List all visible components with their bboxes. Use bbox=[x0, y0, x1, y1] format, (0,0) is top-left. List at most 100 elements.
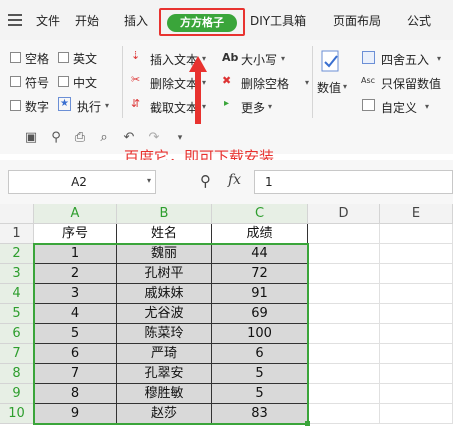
value-button[interactable]: 数值 bbox=[317, 79, 341, 96]
data-cell[interactable]: 赵莎 bbox=[117, 404, 212, 424]
empty-cell[interactable] bbox=[308, 404, 380, 424]
empty-cell[interactable] bbox=[380, 344, 453, 364]
delete-space-button[interactable]: 删除空格 bbox=[241, 75, 289, 92]
row-header[interactable]: 3 bbox=[0, 264, 34, 284]
data-cell[interactable]: 孔翠安 bbox=[117, 364, 212, 384]
custom-caret-icon[interactable]: ▾ bbox=[425, 102, 429, 111]
value-caret-icon[interactable]: ▾ bbox=[343, 82, 347, 91]
checkbox-english[interactable] bbox=[58, 52, 69, 63]
data-cell[interactable]: 3 bbox=[34, 284, 117, 304]
name-box[interactable]: A2 ▾ bbox=[8, 170, 156, 194]
customize-toolbar-icon[interactable]: ▾ bbox=[173, 131, 187, 145]
column-header[interactable]: A bbox=[34, 204, 117, 224]
row-header[interactable]: 1 bbox=[0, 224, 34, 244]
empty-cell[interactable] bbox=[380, 264, 453, 284]
data-cell[interactable]: 4 bbox=[34, 304, 117, 324]
row-header[interactable]: 8 bbox=[0, 364, 34, 384]
empty-cell[interactable] bbox=[308, 384, 380, 404]
execute-button[interactable]: 执行 bbox=[77, 98, 101, 115]
execute-caret-icon[interactable]: ▾ bbox=[105, 101, 109, 110]
data-cell[interactable]: 1 bbox=[34, 244, 117, 264]
checkbox-symbol[interactable] bbox=[10, 76, 21, 87]
redo-icon[interactable]: ↷ bbox=[147, 131, 161, 145]
empty-cell[interactable] bbox=[380, 364, 453, 384]
data-cell[interactable]: 8 bbox=[34, 384, 117, 404]
empty-cell[interactable] bbox=[308, 364, 380, 384]
header-cell[interactable]: 序号 bbox=[34, 224, 117, 244]
row-header[interactable]: 6 bbox=[0, 324, 34, 344]
fx-button[interactable]: fx bbox=[228, 172, 241, 188]
checkbox-number[interactable] bbox=[10, 100, 21, 111]
save-icon[interactable]: ▣ bbox=[24, 131, 38, 145]
undo-icon[interactable]: ↶ bbox=[122, 131, 136, 145]
hamburger-icon[interactable] bbox=[8, 14, 22, 26]
case-button[interactable]: 大小写 bbox=[241, 51, 277, 68]
row-header[interactable]: 4 bbox=[0, 284, 34, 304]
empty-cell[interactable] bbox=[308, 324, 380, 344]
custom-button[interactable]: 自定义 bbox=[381, 99, 417, 116]
tab-diy[interactable]: DIY工具箱 bbox=[250, 12, 306, 29]
data-cell[interactable]: 44 bbox=[212, 244, 308, 264]
round-caret-icon[interactable]: ▾ bbox=[437, 54, 441, 63]
column-header[interactable]: B bbox=[117, 204, 212, 224]
empty-cell[interactable] bbox=[380, 404, 453, 424]
row-header[interactable]: 10 bbox=[0, 404, 34, 424]
empty-cell[interactable] bbox=[308, 344, 380, 364]
row-header[interactable]: 2 bbox=[0, 244, 34, 264]
keep-value-button[interactable]: 只保留数值 bbox=[381, 75, 441, 92]
data-cell[interactable]: 91 bbox=[212, 284, 308, 304]
data-cell[interactable]: 2 bbox=[34, 264, 117, 284]
empty-cell[interactable] bbox=[380, 384, 453, 404]
more-button[interactable]: 更多 bbox=[241, 99, 265, 116]
zoom-search-icon[interactable]: ⚲ bbox=[200, 172, 211, 190]
empty-cell[interactable] bbox=[380, 224, 453, 244]
empty-cell[interactable] bbox=[380, 244, 453, 264]
data-cell[interactable]: 严琦 bbox=[117, 344, 212, 364]
data-cell[interactable]: 83 bbox=[212, 404, 308, 424]
data-cell[interactable]: 魏丽 bbox=[117, 244, 212, 264]
empty-cell[interactable] bbox=[308, 264, 380, 284]
empty-cell[interactable] bbox=[380, 324, 453, 344]
empty-cell[interactable] bbox=[380, 304, 453, 324]
data-cell[interactable]: 72 bbox=[212, 264, 308, 284]
data-cell[interactable]: 6 bbox=[34, 344, 117, 364]
select-all-corner[interactable] bbox=[0, 204, 34, 224]
data-cell[interactable]: 5 bbox=[34, 324, 117, 344]
row-header[interactable]: 5 bbox=[0, 304, 34, 324]
data-cell[interactable]: 5 bbox=[212, 384, 308, 404]
header-cell[interactable]: 姓名 bbox=[117, 224, 212, 244]
data-cell[interactable]: 孔树平 bbox=[117, 264, 212, 284]
column-header[interactable]: E bbox=[380, 204, 453, 224]
tab-page-layout[interactable]: 页面布局 bbox=[333, 12, 381, 29]
fill-handle[interactable] bbox=[305, 421, 310, 426]
spreadsheet-grid[interactable]: A B C D E 1 序号 姓名 成绩 2 1 魏丽 44 3 2 孔树平 72 4 3 戚妹妹 91 5 4 尤… bbox=[0, 204, 453, 426]
delete-space-caret-icon[interactable]: ▾ bbox=[305, 78, 309, 87]
more-caret-icon[interactable]: ▾ bbox=[268, 102, 272, 111]
data-cell[interactable]: 7 bbox=[34, 364, 117, 384]
checkbox-chinese[interactable] bbox=[58, 76, 69, 87]
header-cell[interactable]: 成绩 bbox=[212, 224, 308, 244]
format-painter-icon[interactable]: ⚲ bbox=[49, 131, 63, 145]
column-header[interactable]: D bbox=[308, 204, 380, 224]
tab-insert[interactable]: 插入 bbox=[124, 12, 148, 29]
print-preview-icon[interactable]: ⌕ bbox=[97, 131, 111, 145]
empty-cell[interactable] bbox=[380, 284, 453, 304]
data-cell[interactable]: 100 bbox=[212, 324, 308, 344]
case-caret-icon[interactable]: ▾ bbox=[281, 54, 285, 63]
data-cell[interactable]: 戚妹妹 bbox=[117, 284, 212, 304]
tab-fangfang[interactable]: 方方格子 bbox=[167, 14, 237, 32]
formula-input[interactable]: 1 bbox=[254, 170, 453, 194]
empty-cell[interactable] bbox=[308, 284, 380, 304]
empty-cell[interactable] bbox=[308, 304, 380, 324]
menu-file[interactable]: 文件 bbox=[36, 12, 60, 29]
checkbox-space[interactable] bbox=[10, 52, 21, 63]
tab-home[interactable]: 开始 bbox=[75, 12, 99, 29]
row-header[interactable]: 9 bbox=[0, 384, 34, 404]
tab-formula[interactable]: 公式 bbox=[407, 12, 431, 29]
name-box-caret-icon[interactable]: ▾ bbox=[147, 176, 151, 185]
data-cell[interactable]: 尤谷波 bbox=[117, 304, 212, 324]
data-cell[interactable]: 9 bbox=[34, 404, 117, 424]
column-header[interactable]: C bbox=[212, 204, 308, 224]
data-cell[interactable]: 穆胜敏 bbox=[117, 384, 212, 404]
row-header[interactable]: 7 bbox=[0, 344, 34, 364]
